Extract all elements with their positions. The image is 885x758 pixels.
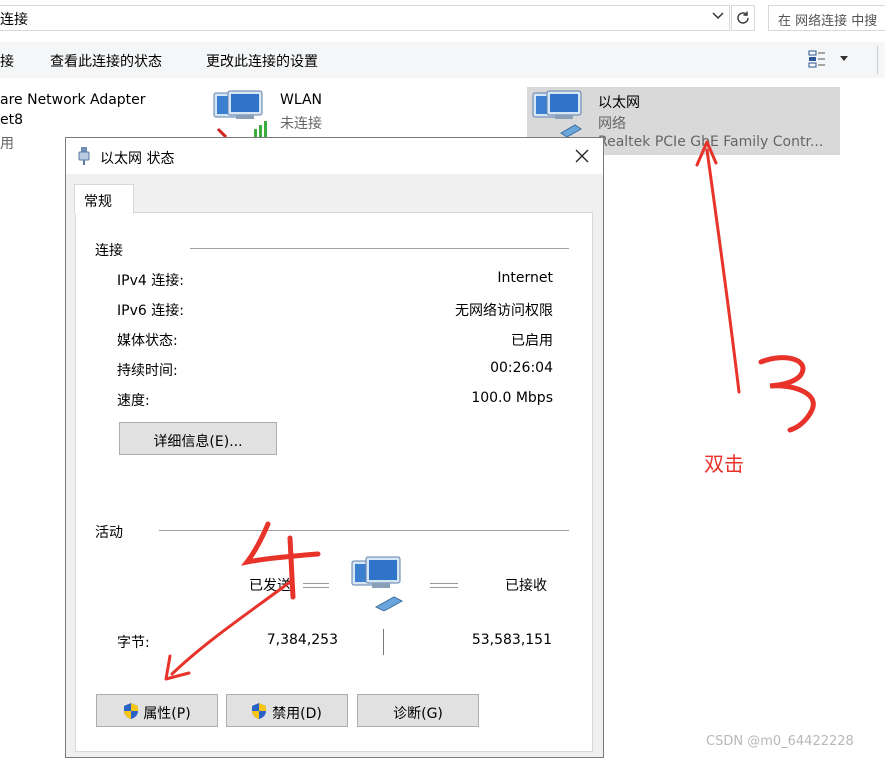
annotation-layer <box>164 140 816 681</box>
double-click-annotation: 双击 <box>704 452 744 476</box>
watermark: CSDN @m0_64422228 <box>706 734 854 749</box>
